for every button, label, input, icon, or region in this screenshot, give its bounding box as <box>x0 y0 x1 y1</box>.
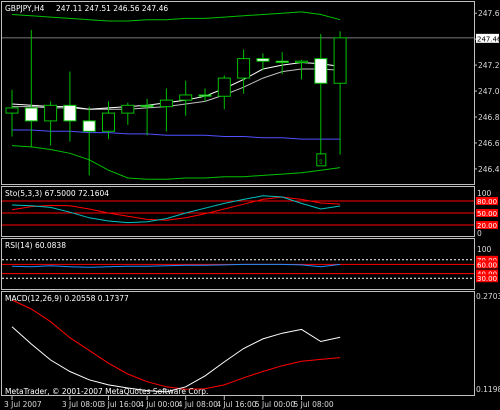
candle-body <box>82 120 96 132</box>
price-axis-tick: 247.25 <box>478 61 500 70</box>
price-axis-tick: 247.05 <box>478 87 500 96</box>
stochastic-plot: 80.0050.0020.00 <box>2 195 498 230</box>
stochastic-level-tag-text: 50.00 <box>477 210 497 218</box>
candle-body <box>44 104 58 122</box>
trading-chart[interactable]: ⇧ 80.0050.0020.00 70.0060.0040.0030.00 1… <box>0 0 500 410</box>
macd-axis-tick: 0.27035 <box>476 292 500 301</box>
candle-body <box>217 77 231 97</box>
time-axis-tick: 3 Jul 2007 <box>4 400 42 409</box>
candle-body <box>333 37 347 84</box>
ohlc-label: 247.11 247.51 246.56 247.46 <box>56 4 168 13</box>
current-price-tag-text: 247.46 <box>477 35 500 43</box>
candle-body <box>275 60 289 64</box>
rsi-level-tag-text: 60.00 <box>477 261 497 269</box>
time-axis-tick: 3 Jul 16:00 <box>101 400 141 409</box>
symbol-label: GBPJPY,H4 <box>5 4 45 13</box>
candle-body <box>102 112 115 132</box>
macd-label: MACD(12,26,9) 0.20558 0.17377 <box>5 294 129 303</box>
stochastic-axis-tick: 0 <box>477 229 482 238</box>
stochastic-level-tag-text: 80.00 <box>477 198 497 206</box>
time-axis-tick: 3 Jul 08:00 <box>62 400 102 409</box>
price-axis-tick: 246.45 <box>478 165 500 174</box>
candle-body <box>198 94 212 97</box>
price-axis-tick: 247.65 <box>478 9 500 18</box>
candle-body <box>179 94 193 101</box>
rsi-level-tag-text: 30.00 <box>477 275 497 283</box>
stochastic-axis-tick: 100 <box>477 189 492 198</box>
candle-body <box>314 58 328 84</box>
time-axis-tick: 4 Jul 08:00 <box>178 400 218 409</box>
price-axis-tick: 246.85 <box>478 113 500 122</box>
candle-body <box>256 58 270 62</box>
rsi-label: RSI(14) 60.0838 <box>5 241 66 250</box>
time-axis-tick: 4 Jul 00:00 <box>139 400 179 409</box>
stochastic-label: Sto(5,3,3) 67.5000 72.1604 <box>5 189 109 198</box>
macd-axis-tick: 0.1198 <box>476 385 500 394</box>
candle-body <box>24 107 38 122</box>
time-axis-tick: 5 Jul 00:00 <box>255 400 295 409</box>
candle-body <box>237 58 251 79</box>
candle-body <box>121 104 135 114</box>
candle-body <box>5 107 19 114</box>
candle-body <box>295 60 308 64</box>
time-axis-tick: 5 Jul 08:00 <box>294 400 334 409</box>
candle-body <box>63 104 77 122</box>
rsi-axis-tick: 100 <box>477 245 492 254</box>
candle-body <box>140 104 154 108</box>
copyright-text: MetaTrader, © 2001-2007 MetaQuotes Softw… <box>5 387 208 396</box>
buy-marker-arrow-icon: ⇧ <box>318 158 324 166</box>
time-axis-tick: 4 Jul 16:00 <box>216 400 256 409</box>
price-axis-tick: 246.65 <box>478 139 500 148</box>
candle-body <box>159 99 173 108</box>
